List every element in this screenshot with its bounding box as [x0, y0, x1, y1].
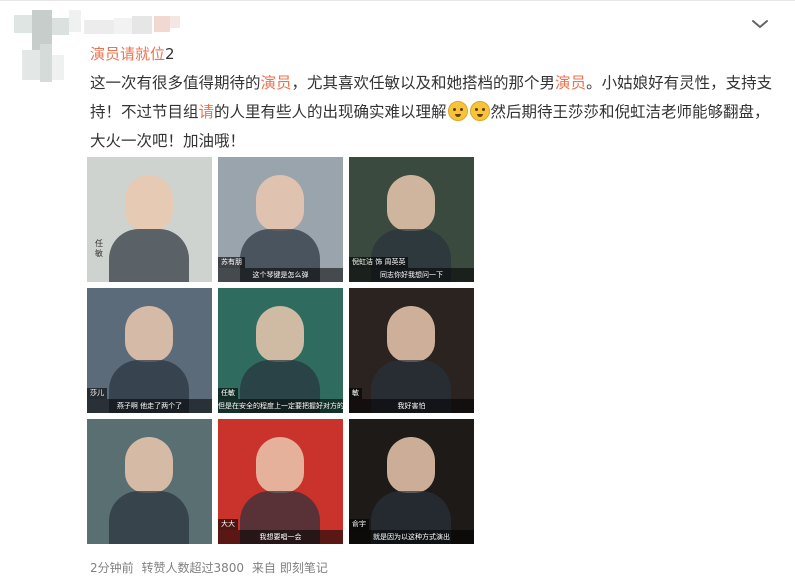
source-link[interactable]: 演员请就位 — [90, 45, 165, 63]
thumbnail-caption: 我想要唱一会 — [218, 530, 343, 544]
image-thumbnail[interactable]: 大大 我想要唱一会 — [218, 419, 343, 544]
chevron-down-icon[interactable] — [748, 12, 772, 36]
image-thumbnail[interactable]: 俞宇 就是因为以这种方式演出 — [349, 419, 474, 544]
source-prefix: 来自 — [251, 561, 276, 575]
thumbnail-tag: 敏 — [349, 388, 362, 399]
image-thumbnail[interactable]: 莎儿 燕子啊 他走了两个了 — [87, 288, 212, 413]
top-divider — [0, 0, 795, 1]
text-segment: 的人里有些人的出现确实难以理解 — [214, 103, 447, 121]
person-body — [109, 229, 189, 282]
text-segment: 这一次有很多值得期待的 — [90, 74, 261, 92]
person-silhouette — [256, 437, 304, 493]
source-suffix: 2 — [165, 45, 175, 63]
image-grid: 任敏 苏有朋 这个琴键是怎么弹 倪虹洁 饰 周英英 同志你好我想问一下 莎儿 燕子啊 他走了… — [87, 157, 474, 546]
thumbnail-tag: 大大 — [218, 519, 238, 530]
thumbnail-caption: 这个琴键是怎么弹 — [218, 268, 343, 282]
thumbnail-tag: 倪虹洁 饰 周英英 — [349, 257, 409, 268]
image-thumbnail[interactable] — [87, 419, 212, 544]
thumbnail-caption: 就是因为以这种方式演出 — [349, 530, 474, 544]
person-silhouette — [256, 175, 304, 231]
thumbnail-caption: 但是在安全的程度上一定要把握好对方的距离 — [218, 399, 343, 413]
image-thumbnail[interactable]: 倪虹洁 饰 周英英 同志你好我想问一下 — [349, 157, 474, 282]
thumbnail-caption: 我好害怕 — [349, 399, 474, 413]
person-silhouette — [256, 306, 304, 362]
text-segment: ，尤其喜欢任敏以及和她搭档的那个男 — [291, 74, 556, 92]
thumbnail-tag: 莎儿 — [87, 388, 107, 399]
face-emoji — [447, 101, 468, 121]
thumbnail-tag: 苏有朋 — [218, 257, 245, 268]
person-silhouette — [387, 437, 435, 493]
person-silhouette — [387, 306, 435, 362]
face-emoji — [469, 101, 490, 121]
highlight-keyword: 演员 — [260, 74, 292, 92]
person-silhouette — [125, 306, 173, 362]
thumbnail-tag: 俞宇 — [349, 519, 369, 530]
repost-source: 演员请就位2 — [90, 43, 175, 65]
highlight-keyword: 演员 — [555, 74, 587, 92]
person-body — [109, 491, 189, 544]
thumbnail-caption: 燕子啊 他走了两个了 — [87, 399, 212, 413]
source-app[interactable]: 即刻笔记 — [280, 561, 328, 575]
person-silhouette — [125, 175, 173, 231]
post-body-text: 这一次有很多值得期待的演员，尤其喜欢任敏以及和她搭档的那个男演员。小姑娘好有灵性… — [90, 69, 775, 156]
repost-count: 转赞人数超过3800 — [141, 561, 245, 575]
image-thumbnail[interactable]: 任敏 — [87, 157, 212, 282]
image-thumbnail[interactable]: 苏有朋 这个琴键是怎么弹 — [218, 157, 343, 282]
thumbnail-tag: 任敏 — [218, 388, 238, 399]
person-silhouette — [125, 437, 173, 493]
thumbnail-caption: 同志你好我想问一下 — [349, 268, 474, 282]
post-footer: 2分钟前 转赞人数超过3800 来自 即刻笔记 — [90, 559, 332, 577]
person-silhouette — [387, 175, 435, 231]
image-thumbnail[interactable]: 敏我好害怕 — [349, 288, 474, 413]
thumbnail-side-text: 任敏 — [95, 239, 103, 258]
post-time: 2分钟前 — [90, 561, 134, 575]
highlight-keyword: 请 — [198, 103, 215, 121]
image-thumbnail[interactable]: 任敏但是在安全的程度上一定要把握好对方的距离 — [218, 288, 343, 413]
